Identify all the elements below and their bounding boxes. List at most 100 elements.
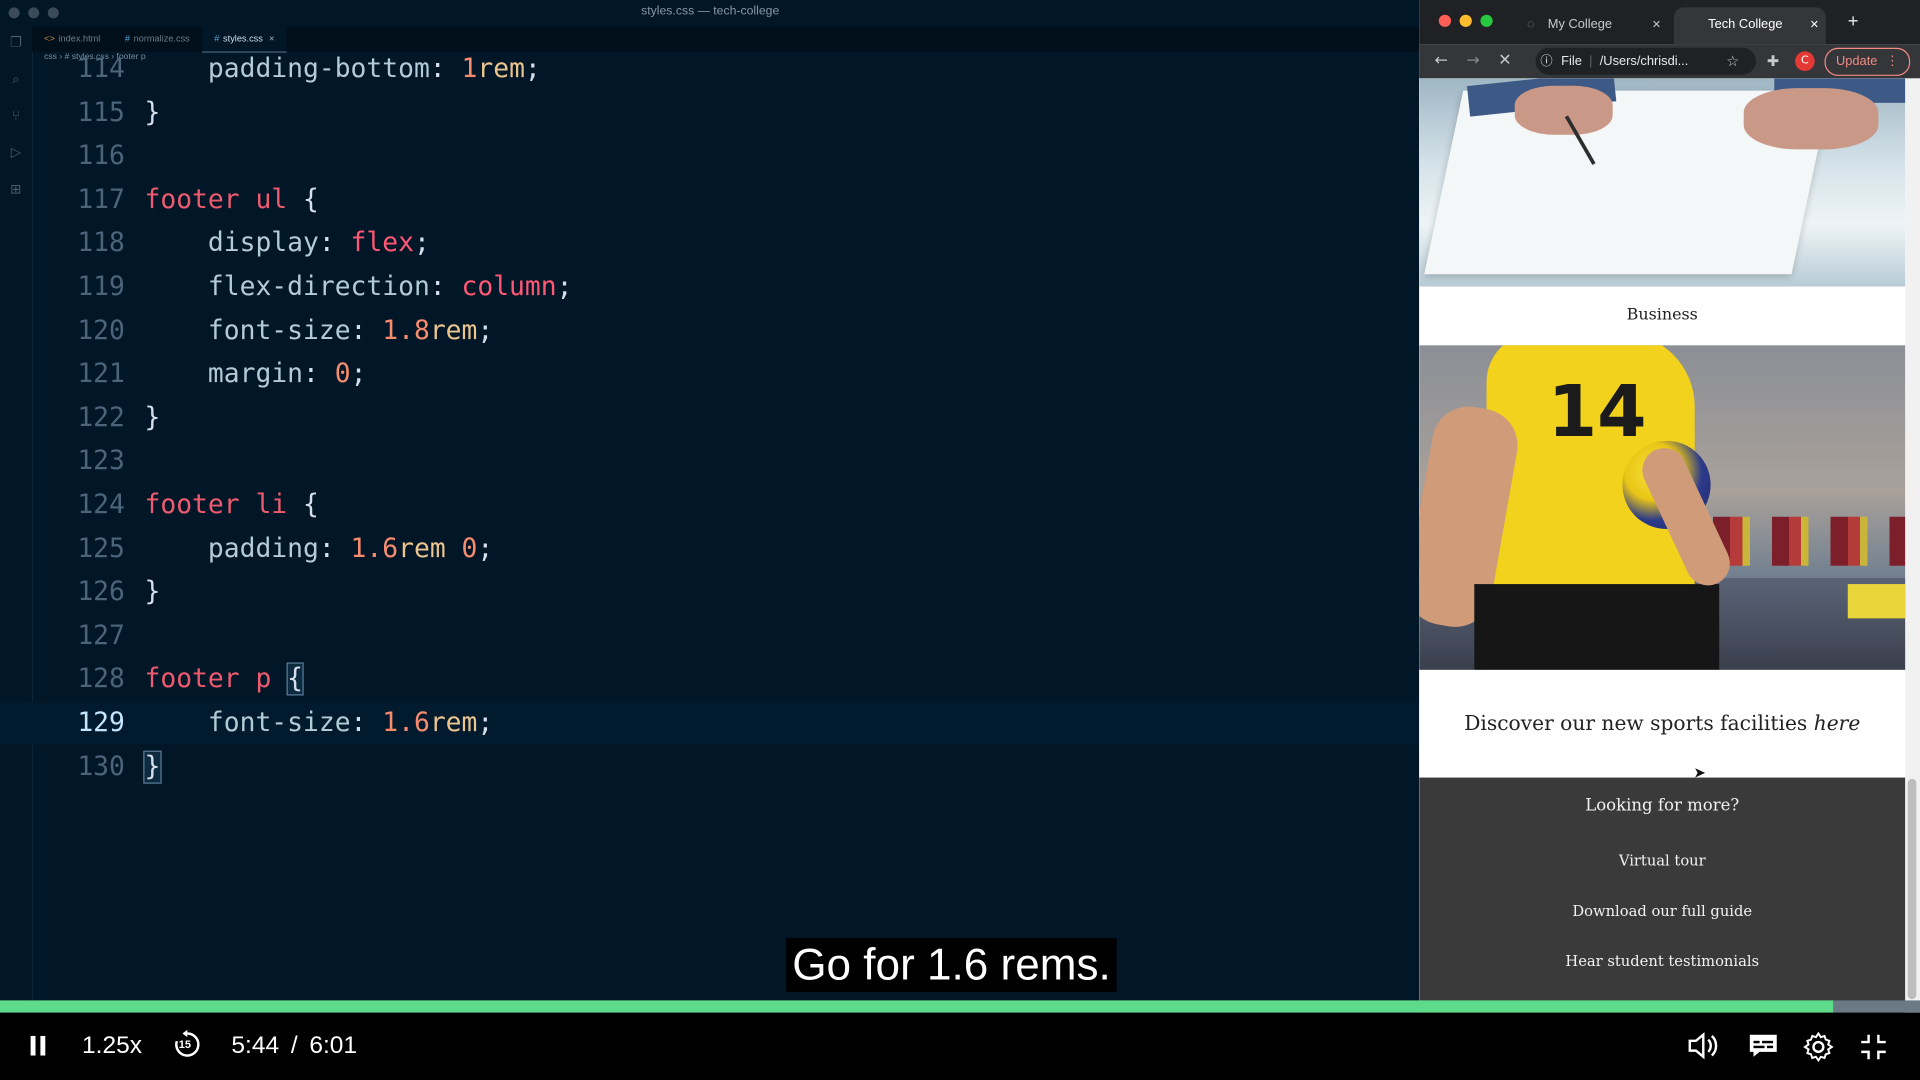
volleyball-player-image: 14: [1419, 345, 1906, 670]
close-tab-icon[interactable]: ×: [269, 33, 274, 44]
pause-icon[interactable]: [29, 1033, 46, 1057]
line-number: 127: [77, 620, 125, 652]
line-number: 129: [77, 707, 125, 739]
code-text: footer p {: [144, 662, 305, 696]
update-button[interactable]: Update ⋮: [1824, 47, 1911, 76]
code-line[interactable]: 128 footer p {: [0, 658, 1420, 701]
exit-fullscreen-icon[interactable]: [1859, 1032, 1888, 1061]
line-number: 126: [77, 576, 125, 608]
code-line[interactable]: 122}: [0, 396, 1420, 439]
browser-window: ◌ My College ✕ Tech College ✕ + ← → ✕ ⓘ …: [1419, 0, 1920, 1080]
hand-shape: [1743, 88, 1879, 150]
browser-tab-my-college[interactable]: ◌ My College ✕: [1520, 7, 1667, 44]
close-tab-icon[interactable]: ✕: [1652, 7, 1661, 41]
code-line[interactable]: 120 font-size: 1.8rem;: [0, 309, 1420, 352]
code-text: }: [144, 97, 161, 129]
code-line[interactable]: 129 font-size: 1.6rem;: [0, 701, 1421, 745]
minimize-window-dot[interactable]: [1459, 14, 1472, 27]
profile-avatar[interactable]: C: [1795, 51, 1815, 72]
line-number: 125: [77, 533, 125, 564]
footer-heading: Looking for more?: [1585, 795, 1740, 816]
back-arrow-icon[interactable]: ←: [1431, 50, 1451, 72]
line-number: 115: [77, 97, 125, 129]
update-label: Update: [1835, 53, 1878, 69]
html-file-icon: <>: [44, 33, 55, 45]
progress-fill[interactable]: [0, 1000, 1834, 1013]
browser-tab-tech-college[interactable]: Tech College ✕: [1673, 7, 1826, 45]
code-text: }: [144, 402, 161, 434]
new-tab-icon[interactable]: +: [1848, 11, 1859, 32]
code-text: margin: 0;: [207, 359, 367, 390]
code-text: }: [144, 576, 161, 608]
menu-kebab-icon[interactable]: ⋮: [1886, 54, 1899, 69]
code-line[interactable]: 117 footer ul {: [0, 179, 1420, 222]
code-line[interactable]: 125 padding: 1.6rem 0;: [0, 527, 1420, 570]
volume-icon[interactable]: [1687, 1031, 1719, 1060]
footer-link-testimonials[interactable]: Hear student testimonials: [1419, 953, 1905, 970]
rewind-seconds: 15: [178, 1038, 192, 1051]
player-controls: 1.25x 15 5:44 / 6:01: [0, 1012, 1920, 1080]
code-text: padding: 1.6rem 0;: [207, 533, 494, 564]
code-editor-window: styles.css — tech-college ❐ ⌕ ⑂ ▷ ⊞ <> in…: [0, 0, 1421, 1080]
code-line[interactable]: 114 padding-bottom: 1rem;: [0, 48, 1420, 91]
caption-subtitle: Go for 1.6 rems.: [786, 937, 1117, 992]
settings-gear-icon[interactable]: [1802, 1031, 1834, 1063]
info-icon[interactable]: ⓘ: [1540, 55, 1552, 68]
extensions-puzzle-icon[interactable]: ✚: [1763, 50, 1783, 72]
business-caption[interactable]: Business: [1419, 306, 1905, 324]
editor-window-title: styles.css — tech-college: [641, 4, 780, 19]
tab-label: index.html: [58, 33, 101, 45]
code-text: font-size: 1.6rem;: [207, 707, 494, 739]
code-line[interactable]: 127: [0, 614, 1420, 657]
close-tab-icon[interactable]: ✕: [1810, 7, 1819, 41]
sports-facilities-link[interactable]: here: [1814, 711, 1861, 734]
code-text: font-size: 1.8rem;: [207, 315, 494, 347]
line-number: 119: [77, 271, 125, 303]
code-text: padding-bottom: 1rem;: [207, 53, 541, 85]
code-line[interactable]: 115}: [0, 91, 1420, 134]
code-text: flex-direction: column;: [207, 271, 573, 303]
tab-title: Tech College: [1708, 17, 1783, 32]
code-line[interactable]: 119 flex-direction: column;: [0, 266, 1420, 309]
forward-arrow-icon[interactable]: →: [1463, 50, 1483, 72]
close-window-dot[interactable]: [1438, 14, 1452, 27]
tab-label: normalize.css: [133, 33, 190, 45]
browser-tabstrip: ◌ My College ✕ Tech College ✕ +: [1419, 0, 1920, 45]
footer-link-download-guide[interactable]: Download our full guide: [1419, 902, 1905, 919]
line-number: 117: [77, 184, 125, 216]
line-number: 121: [77, 359, 125, 390]
line-number: 128: [77, 664, 125, 695]
line-number: 120: [77, 315, 125, 347]
page-scrollbar-thumb[interactable]: [1907, 778, 1917, 1000]
current-time: 5:44: [231, 1032, 280, 1060]
code-line[interactable]: 121 margin: 0;: [0, 353, 1420, 396]
line-number: 130: [77, 751, 125, 782]
code-text: }: [143, 745, 162, 788]
code-line[interactable]: 118 display: flex;: [0, 222, 1420, 265]
code-line[interactable]: 126}: [0, 571, 1420, 614]
stop-loading-icon[interactable]: ✕: [1495, 50, 1515, 72]
web-page[interactable]: Business 14 Discover our new sports faci…: [1419, 78, 1906, 1080]
code-line[interactable]: 116: [0, 135, 1420, 178]
footer-link-virtual-tour[interactable]: Virtual tour: [1419, 852, 1905, 869]
bookmark-star-icon[interactable]: ☆: [1723, 50, 1743, 72]
address-scheme: File: [1561, 53, 1582, 69]
tab-title: My College: [1547, 17, 1613, 32]
line-number: 122: [77, 402, 125, 434]
line-number: 116: [77, 141, 125, 172]
business-image: [1419, 78, 1906, 287]
playback-speed-button[interactable]: 1.25x: [82, 1032, 142, 1060]
rewind-15-icon[interactable]: 15: [171, 1029, 203, 1061]
line-number: 114: [77, 53, 125, 85]
sports-facilities-text: Discover our new sports facilities here: [1419, 711, 1905, 734]
hand-shape: [1514, 85, 1613, 135]
browser-toolbar: ← → ✕ ⓘ File | /Users/chrisdi... ☆ ✚ C U…: [1419, 44, 1920, 79]
captions-icon[interactable]: [1747, 1032, 1779, 1059]
code-line[interactable]: 123: [0, 440, 1420, 483]
maximize-window-dot[interactable]: [1480, 14, 1493, 27]
line-number: 118: [77, 228, 125, 259]
css-file-icon: #: [124, 33, 130, 45]
code-line[interactable]: 124 footer li {: [0, 484, 1420, 527]
address-text: /Users/chrisdi...: [1599, 53, 1689, 69]
code-line[interactable]: 130}: [0, 745, 1420, 788]
